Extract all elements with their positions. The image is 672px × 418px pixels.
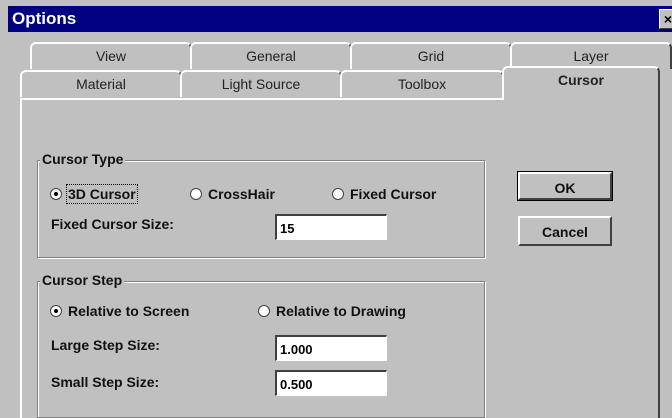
close-icon[interactable]: ×	[659, 9, 672, 29]
cancel-button[interactable]: Cancel	[518, 216, 612, 246]
cursor-type-title: Cursor Type	[40, 151, 126, 167]
radio-indicator	[50, 188, 62, 201]
fixed-cursor-size-label: Fixed Cursor Size:	[51, 216, 174, 232]
fixed-cursor-size-input[interactable]: 15	[275, 214, 387, 240]
radio-relative-screen[interactable]: Relative to Screen	[50, 303, 189, 319]
dialog-title: Options	[12, 9, 77, 28]
tab-light-source[interactable]: Light Source	[180, 70, 342, 97]
cursor-type-group	[37, 160, 485, 258]
radio-label: 3D Cursor	[66, 184, 138, 204]
radio-crosshair[interactable]: CrossHair	[190, 186, 275, 202]
radio-label: Relative to Drawing	[276, 303, 406, 319]
tab-cursor[interactable]: Cursor	[502, 66, 660, 100]
small-step-size-label: Small Step Size:	[51, 374, 160, 390]
small-step-size-input[interactable]: 0.500	[275, 370, 387, 396]
tab-toolbox[interactable]: Toolbox	[340, 70, 504, 97]
radio-label: Fixed Cursor	[350, 186, 437, 202]
radio-indicator	[190, 188, 202, 201]
cursor-step-title: Cursor Step	[40, 272, 125, 288]
radio-label: Relative to Screen	[68, 303, 190, 319]
tab-material[interactable]: Material	[20, 70, 182, 97]
tab-general[interactable]: General	[190, 42, 352, 69]
options-dialog: Options × View General Grid Layer Materi…	[0, 0, 672, 418]
radio-indicator	[332, 188, 344, 201]
tab-view[interactable]: View	[30, 42, 192, 69]
tab-layer[interactable]: Layer	[510, 42, 672, 69]
large-step-size-input[interactable]: 1.000	[275, 335, 387, 361]
radio-3d-cursor[interactable]: 3D Cursor	[50, 184, 138, 204]
ok-button[interactable]: OK	[517, 171, 613, 201]
radio-relative-drawing[interactable]: Relative to Drawing	[258, 303, 406, 319]
radio-indicator	[258, 305, 270, 318]
large-step-size-label: Large Step Size:	[51, 337, 160, 353]
tab-grid[interactable]: Grid	[350, 42, 512, 69]
title-bar[interactable]: Options ×	[8, 6, 672, 32]
radio-label: CrossHair	[208, 186, 275, 202]
radio-indicator	[50, 305, 62, 318]
radio-fixed-cursor[interactable]: Fixed Cursor	[332, 186, 436, 202]
